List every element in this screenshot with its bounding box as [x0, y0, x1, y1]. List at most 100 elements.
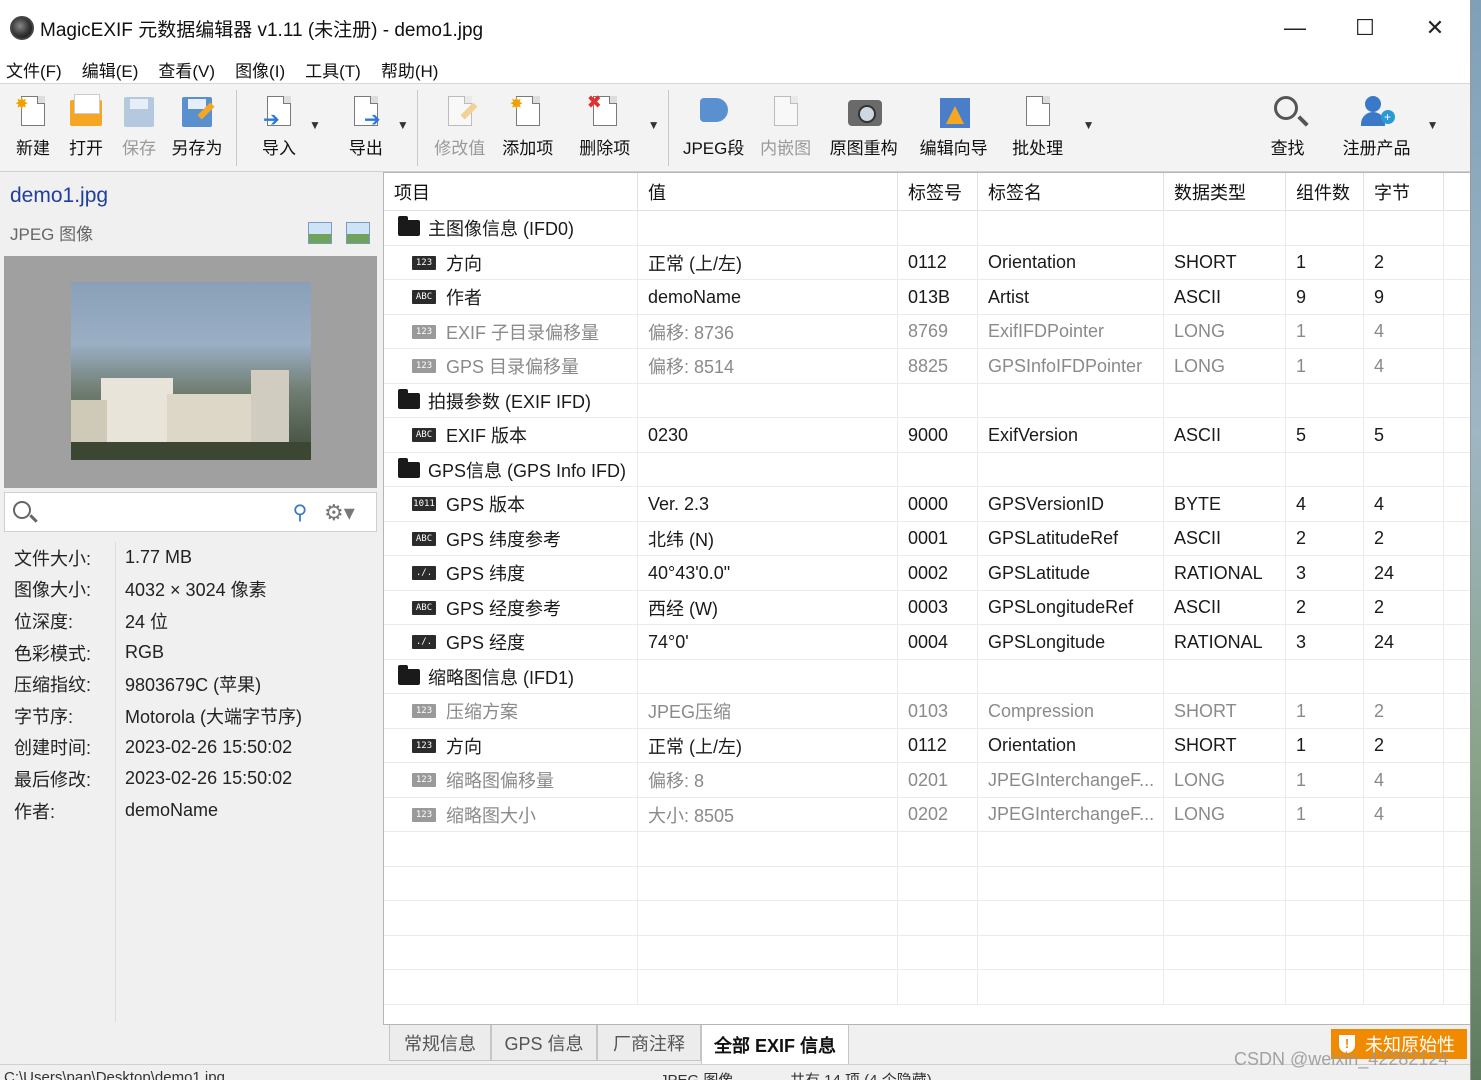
edit-value-button[interactable]: 修改值: [426, 84, 494, 172]
maximize-button[interactable]: ☐: [1330, 0, 1400, 56]
cell-tag-name: JPEGInterchangeF...: [978, 797, 1164, 832]
empty-cell: [978, 901, 1164, 936]
column-header-tag[interactable]: 标签号: [898, 173, 978, 211]
menu-edit[interactable]: 编辑(E): [82, 57, 139, 82]
table-row[interactable]: ABC GPS 经度参考 西经 (W) 0003 GPSLongitudeRef ASCI…: [384, 590, 1470, 625]
search-person-icon[interactable]: ⚲: [284, 497, 316, 529]
menu-image[interactable]: 图像(I): [235, 57, 285, 82]
group-row[interactable]: GPS信息 (GPS Info IFD): [384, 452, 1470, 487]
gear-icon[interactable]: ⚙▾: [324, 497, 368, 529]
data-type-icon: ABC: [412, 290, 436, 305]
empty-row: [384, 970, 1470, 1005]
menu-tools[interactable]: 工具(T): [305, 57, 361, 82]
image-thumbnail-icon[interactable]: [346, 222, 370, 244]
folder-icon: [398, 457, 420, 478]
rebuild-button[interactable]: 原图重构: [819, 84, 909, 172]
cell-tag: 8825: [898, 349, 978, 384]
add-item-button[interactable]: ✸ 添加项: [494, 84, 562, 172]
group-row[interactable]: 拍摄参数 (EXIF IFD): [384, 383, 1470, 418]
save-as-button[interactable]: 另存为: [166, 84, 228, 172]
cell-item: 123 方向: [384, 245, 638, 280]
tab-all-exif[interactable]: 全部 EXIF 信息: [701, 1025, 849, 1065]
table-row[interactable]: ./. GPS 经度 74°0' 0004 GPSLongitude RATIONAL 3 2…: [384, 625, 1470, 660]
table-row[interactable]: 123 方向 正常 (上/左) 0112 Orientation SHORT 1 2: [384, 728, 1470, 763]
minimize-button[interactable]: —: [1260, 0, 1330, 56]
close-button[interactable]: ✕: [1400, 0, 1470, 56]
table-row[interactable]: ABC 作者 demoName 013B Artist ASCII 9 9: [384, 280, 1470, 315]
delete-item-icon: ✖: [587, 92, 623, 130]
tab-general[interactable]: 常规信息: [389, 1025, 491, 1061]
embedded-image-button[interactable]: 内嵌图: [753, 84, 819, 172]
cell-count: 4: [1286, 487, 1364, 522]
column-header-item[interactable]: 项目: [384, 173, 638, 211]
cell-bytes: 2: [1364, 694, 1444, 729]
cell-tag: 0002: [898, 556, 978, 591]
empty-cell: [978, 211, 1164, 246]
desktop-background: [1470, 0, 1481, 1080]
tab-gps[interactable]: GPS 信息: [491, 1025, 597, 1061]
table-row[interactable]: 123 缩略图大小 大小: 8505 0202 JPEGInterchangeF... L…: [384, 797, 1470, 832]
column-header-data-type[interactable]: 数据类型: [1164, 173, 1286, 211]
empty-cell: [898, 659, 978, 694]
table-row[interactable]: 123 压缩方案 JPEG压缩 0103 Compression SHORT 1 2: [384, 694, 1470, 729]
register-dropdown-icon[interactable]: ▼: [1427, 118, 1439, 132]
group-row[interactable]: 主图像信息 (IFD0): [384, 211, 1470, 246]
batch-dropdown-icon[interactable]: ▼: [1083, 118, 1095, 132]
cell-count: 1: [1286, 763, 1364, 798]
batch-button[interactable]: 批处理: [999, 84, 1077, 172]
cell-value: 0230: [638, 418, 898, 453]
group-cell: 主图像信息 (IFD0): [384, 211, 638, 246]
cell-item: 123 缩略图偏移量: [384, 763, 638, 798]
column-header-count[interactable]: 组件数: [1286, 173, 1364, 211]
column-header-tag-name[interactable]: 标签名: [978, 173, 1164, 211]
tag-icon: [696, 94, 732, 130]
cell-count: 1: [1286, 349, 1364, 384]
save-button[interactable]: 保存: [112, 84, 166, 172]
group-row[interactable]: 缩略图信息 (IFD1): [384, 659, 1470, 694]
empty-cell: [1364, 866, 1444, 901]
table-row[interactable]: ABC EXIF 版本 0230 9000 ExifVersion ASCII 5 5: [384, 418, 1470, 453]
menu-file[interactable]: 文件(F): [6, 57, 62, 82]
table-row[interactable]: ABC GPS 纬度参考 北纬 (N) 0001 GPSLatitudeRef ASCII…: [384, 521, 1470, 556]
column-header-value[interactable]: 值: [638, 173, 898, 211]
data-type-icon: 123: [412, 324, 436, 339]
menu-view[interactable]: 查看(V): [158, 57, 215, 82]
tab-maker-notes[interactable]: 厂商注释: [597, 1025, 701, 1061]
cell-tag: 0201: [898, 763, 978, 798]
export-button[interactable]: ➔ 导出: [335, 84, 397, 172]
import-dropdown-icon[interactable]: ▼: [309, 118, 321, 132]
delete-item-button[interactable]: ✖ 删除项: [562, 84, 648, 172]
cell-tag-name: ExifVersion: [978, 418, 1164, 453]
open-button[interactable]: 打开: [60, 84, 112, 172]
export-dropdown-icon[interactable]: ▼: [397, 118, 409, 132]
image-view-icon[interactable]: [308, 222, 332, 244]
new-button[interactable]: ✸ 新建: [6, 84, 60, 172]
table-row[interactable]: 123 缩略图偏移量 偏移: 8 0201 JPEGInterchangeF... LON…: [384, 763, 1470, 798]
find-button[interactable]: 查找: [1261, 84, 1315, 172]
export-icon: ➔: [348, 94, 384, 131]
item-label: GPS 目录偏移量: [446, 357, 580, 378]
register-button[interactable]: + 注册产品: [1335, 84, 1419, 172]
column-header-bytes[interactable]: 字节: [1364, 173, 1444, 211]
table-row[interactable]: 1011 GPS 版本 Ver. 2.3 0000 GPSVersionID BYTE 4 4: [384, 487, 1470, 522]
import-button[interactable]: ➔ 导入: [249, 84, 309, 172]
camera-icon: [846, 94, 882, 130]
table-row[interactable]: 123 方向 正常 (上/左) 0112 Orientation SHORT 1 2: [384, 245, 1470, 280]
empty-cell: [978, 659, 1164, 694]
new-label: 新建: [16, 139, 50, 158]
search-input[interactable]: ⚲ ⚙▾: [4, 492, 377, 532]
empty-cell: [978, 866, 1164, 901]
cell-data-type: LONG: [1164, 797, 1286, 832]
delete-dropdown-icon[interactable]: ▼: [648, 118, 660, 132]
cell-tag: 9000: [898, 418, 978, 453]
table-row[interactable]: 123 GPS 目录偏移量 偏移: 8514 8825 GPSInfoIFDPointe…: [384, 349, 1470, 384]
cell-item: ./. GPS 纬度: [384, 556, 638, 591]
info-key: 作者:: [14, 801, 56, 822]
empty-cell: [384, 866, 638, 901]
menu-help[interactable]: 帮助(H): [381, 57, 439, 82]
empty-cell: [898, 832, 978, 867]
jpeg-segment-button[interactable]: JPEG段: [675, 84, 753, 172]
edit-wizard-button[interactable]: 编辑向导: [909, 84, 999, 172]
table-row[interactable]: 123 EXIF 子目录偏移量 偏移: 8736 8769 ExifIFDPointer…: [384, 314, 1470, 349]
table-row[interactable]: ./. GPS 纬度 40°43'0.0" 0002 GPSLatitude RATION…: [384, 556, 1470, 591]
